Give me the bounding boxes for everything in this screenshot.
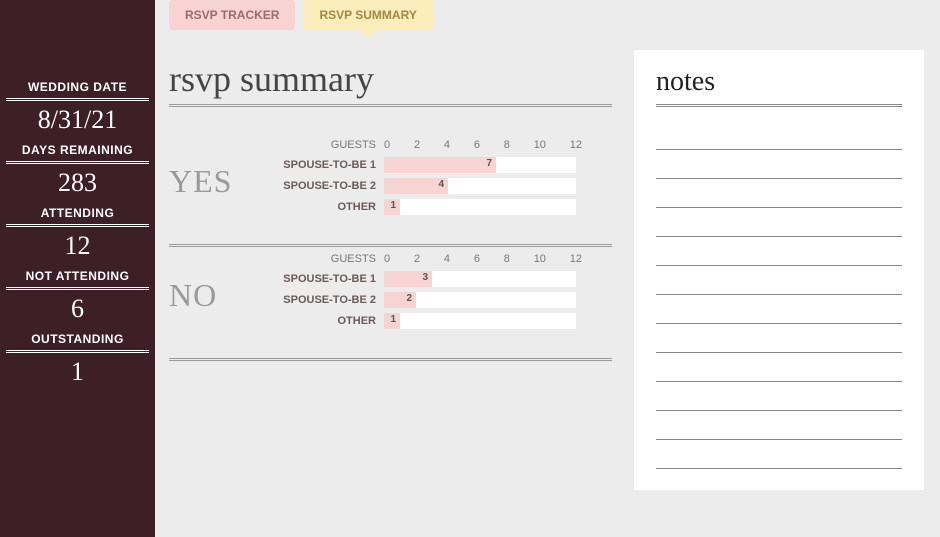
- bar-track: 2: [384, 292, 576, 308]
- tick: 10: [534, 253, 546, 265]
- divider: [6, 350, 149, 353]
- stat-label: OUTSTANDING: [0, 332, 155, 348]
- chart-yes-heading: YES: [169, 139, 269, 200]
- chart-no-heading: NO: [169, 253, 269, 314]
- row-label: OTHER: [269, 315, 384, 327]
- chart-yes: YES GUESTS 0 2 4 6 8 10 12 SPOUSE-TO-BE …: [169, 133, 612, 247]
- chart-yes-body: GUESTS 0 2 4 6 8 10 12 SPOUSE-TO-BE 1 7: [269, 139, 612, 220]
- chart-yes-ticks: 0 2 4 6 8 10 12: [384, 139, 582, 151]
- note-line[interactable]: [656, 266, 902, 295]
- bar-fill: 4: [384, 178, 448, 194]
- notes-panel[interactable]: notes: [634, 50, 924, 490]
- bar-value: 2: [406, 293, 412, 304]
- stat-value: 1: [0, 357, 155, 387]
- bar-fill: 2: [384, 292, 416, 308]
- bar-track: 3: [384, 271, 576, 287]
- main: RSVP TRACKER RSVP SUMMARY rsvp summary Y…: [155, 0, 626, 537]
- note-line[interactable]: [656, 382, 902, 411]
- bar-value: 3: [422, 272, 428, 283]
- chart-no-row-2: OTHER 1: [269, 313, 612, 329]
- chart-yes-row-1: SPOUSE-TO-BE 2 4: [269, 178, 612, 194]
- row-label: OTHER: [269, 201, 384, 213]
- divider: [6, 224, 149, 227]
- page-title: rsvp summary: [169, 58, 612, 100]
- note-line[interactable]: [656, 237, 902, 266]
- bar-fill: 1: [384, 313, 400, 329]
- notes-lines[interactable]: [656, 121, 902, 469]
- chart-no-body: GUESTS 0 2 4 6 8 10 12 SPOUSE-TO-BE 1 3: [269, 253, 612, 334]
- stat-wedding-date: WEDDING DATE 8/31/21: [0, 80, 155, 135]
- stat-label: DAYS REMAINING: [0, 143, 155, 159]
- tick: 2: [414, 139, 420, 151]
- note-line[interactable]: [656, 150, 902, 179]
- bar-value: 4: [438, 179, 444, 190]
- tick: 8: [504, 139, 510, 151]
- tab-rsvp-summary[interactable]: RSVP SUMMARY: [303, 0, 432, 30]
- divider: [6, 98, 149, 101]
- bar-fill: 1: [384, 199, 400, 215]
- stat-days-remaining: DAYS REMAINING 283: [0, 143, 155, 198]
- note-line[interactable]: [656, 208, 902, 237]
- tick: 8: [504, 253, 510, 265]
- stat-label: ATTENDING: [0, 206, 155, 222]
- tick: 10: [534, 139, 546, 151]
- tab-bar: RSVP TRACKER RSVP SUMMARY: [169, 0, 612, 30]
- stat-value: 283: [0, 168, 155, 198]
- divider: [6, 287, 149, 290]
- chart-header-label: GUESTS: [269, 139, 384, 151]
- row-label: SPOUSE-TO-BE 2: [269, 294, 384, 306]
- tick: 6: [474, 139, 480, 151]
- chart-no-row-0: SPOUSE-TO-BE 1 3: [269, 271, 612, 287]
- stat-attending: ATTENDING 12: [0, 206, 155, 261]
- bar-value: 1: [390, 314, 396, 325]
- tick: 12: [570, 139, 582, 151]
- chart-header-label: GUESTS: [269, 253, 384, 265]
- notes-title-underline: [656, 104, 902, 107]
- stat-label: WEDDING DATE: [0, 80, 155, 96]
- tick: 4: [444, 253, 450, 265]
- stat-value: 6: [0, 294, 155, 324]
- note-line[interactable]: [656, 295, 902, 324]
- tick: 12: [570, 253, 582, 265]
- chart-yes-row-0: SPOUSE-TO-BE 1 7: [269, 157, 612, 173]
- bar-fill: 3: [384, 271, 432, 287]
- chart-no-ticks: 0 2 4 6 8 10 12: [384, 253, 582, 265]
- bar-fill: 7: [384, 157, 496, 173]
- bar-track: 1: [384, 313, 576, 329]
- bar-value: 7: [486, 158, 492, 169]
- row-label: SPOUSE-TO-BE 1: [269, 273, 384, 285]
- stat-value: 12: [0, 231, 155, 261]
- row-label: SPOUSE-TO-BE 2: [269, 180, 384, 192]
- note-line[interactable]: [656, 121, 902, 150]
- chart-yes-row-2: OTHER 1: [269, 199, 612, 215]
- bar-track: 1: [384, 199, 576, 215]
- note-line[interactable]: [656, 179, 902, 208]
- notes-title: notes: [656, 66, 902, 98]
- tick: 4: [444, 139, 450, 151]
- bar-track: 7: [384, 157, 576, 173]
- chart-no-header: GUESTS 0 2 4 6 8 10 12: [269, 253, 612, 265]
- tick: 6: [474, 253, 480, 265]
- chart-yes-header: GUESTS 0 2 4 6 8 10 12: [269, 139, 612, 151]
- note-line[interactable]: [656, 411, 902, 440]
- stat-not-attending: NOT ATTENDING 6: [0, 269, 155, 324]
- chart-no-row-1: SPOUSE-TO-BE 2 2: [269, 292, 612, 308]
- sidebar: WEDDING DATE 8/31/21 DAYS REMAINING 283 …: [0, 0, 155, 537]
- note-line[interactable]: [656, 353, 902, 382]
- tick: 2: [414, 253, 420, 265]
- stat-value: 8/31/21: [0, 105, 155, 135]
- bar-track: 4: [384, 178, 576, 194]
- bar-value: 1: [390, 200, 396, 211]
- row-label: SPOUSE-TO-BE 1: [269, 159, 384, 171]
- note-line[interactable]: [656, 440, 902, 469]
- tick: 0: [384, 139, 390, 151]
- note-line[interactable]: [656, 324, 902, 353]
- tick: 0: [384, 253, 390, 265]
- tab-rsvp-tracker[interactable]: RSVP TRACKER: [169, 0, 295, 30]
- stat-label: NOT ATTENDING: [0, 269, 155, 285]
- chart-no: NO GUESTS 0 2 4 6 8 10 12 SPOUSE-TO-BE 1: [169, 247, 612, 361]
- title-underline: [169, 104, 612, 107]
- stat-outstanding: OUTSTANDING 1: [0, 332, 155, 387]
- divider: [6, 161, 149, 164]
